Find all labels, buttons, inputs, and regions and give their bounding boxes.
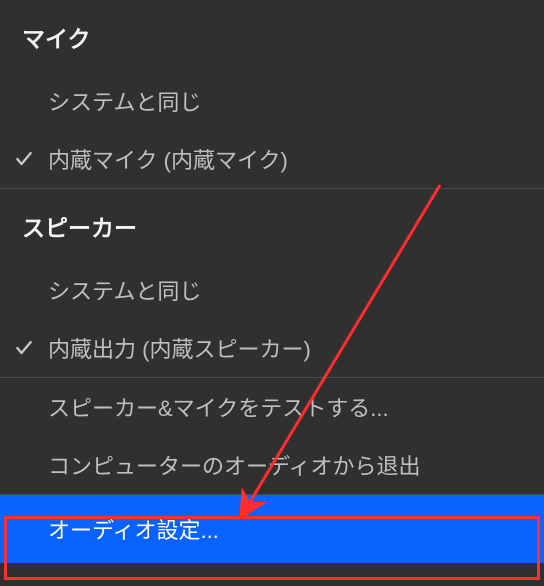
mic-option-label: システムと同じ (48, 85, 544, 117)
mic-header-label: マイク (22, 26, 91, 52)
checkmark-icon (0, 149, 48, 169)
speaker-option-label: 内蔵出力 (内蔵スピーカー) (48, 332, 544, 364)
speaker-section-header: スピーカー (0, 189, 544, 261)
mic-option-internal[interactable]: 内蔵マイク (内蔵マイク) (0, 130, 544, 188)
mic-section-header: マイク (0, 0, 544, 72)
audio-settings-label: オーディオ設定... (48, 513, 544, 545)
speaker-option-label: システムと同じ (48, 274, 544, 306)
speaker-option-same-as-system[interactable]: システムと同じ (0, 261, 544, 319)
speaker-option-internal[interactable]: 内蔵出力 (内蔵スピーカー) (0, 319, 544, 377)
mic-option-same-as-system[interactable]: システムと同じ (0, 72, 544, 130)
speaker-header-label: スピーカー (22, 215, 137, 241)
mic-option-label: 内蔵マイク (内蔵マイク) (48, 143, 544, 175)
checkmark-icon (0, 338, 48, 358)
audio-settings-item[interactable]: オーディオ設定... (0, 495, 544, 563)
test-audio-label: スピーカー&マイクをテストする... (48, 391, 544, 423)
audio-menu: マイク システムと同じ 内蔵マイク (内蔵マイク) スピーカー システムと同じ … (0, 0, 544, 563)
test-audio-item[interactable]: スピーカー&マイクをテストする... (0, 378, 544, 436)
leave-audio-label: コンピューターのオーディオから退出 (48, 449, 544, 481)
leave-audio-item[interactable]: コンピューターのオーディオから退出 (0, 436, 544, 494)
